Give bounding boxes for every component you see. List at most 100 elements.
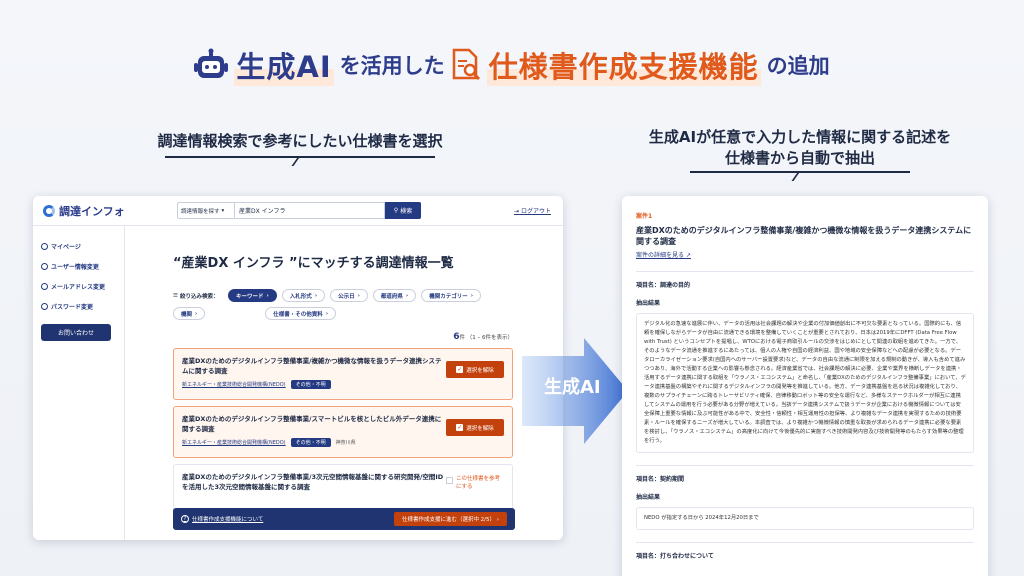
mail-icon: [41, 282, 48, 290]
checkbox-checked-icon: ✓: [456, 366, 464, 373]
proceed-button[interactable]: 仕様書作成支援に進む（選択中 2/5） ›: [393, 512, 507, 526]
chip-label: 公示日: [338, 293, 355, 300]
result-title[interactable]: 産業DXのためのデジタルインフラ整備事業/スマートビルを核としたビル外データ連携…: [182, 414, 447, 434]
logout-link[interactable]: ⇥ ログアウト: [514, 206, 551, 215]
document-search-icon: [452, 48, 480, 81]
chevron-right-icon: ›: [325, 310, 329, 317]
chevron-right-icon: ›: [470, 292, 473, 299]
search-icon: ⚲: [393, 207, 399, 214]
caption-left-text: 調達情報検索で参考にしたい仕様書を選択: [157, 132, 443, 150]
sidebar-item-label: メールアドレス変更: [51, 283, 106, 291]
search-button[interactable]: ⚲ 検索: [385, 202, 421, 219]
case-label: 案件1: [636, 213, 653, 220]
result-tag: その他・不明: [290, 438, 331, 447]
result-count-unit: 件: [459, 335, 465, 341]
use-as-reference-checkbox[interactable]: この仕様書を参考にする: [446, 475, 504, 491]
lock-icon: [41, 302, 48, 310]
result-meta: 新エネルギー・産業技術総合開発機構(NEDO) その他・不明 神奈川県: [182, 438, 504, 447]
deselect-label: 選択を解除: [466, 367, 494, 374]
chip-label: 都道府県: [380, 293, 403, 300]
main-content: “産業DX インフラ ”にマッチする調達情報一覧 ☰ 絞り込み検索： キーワード…: [125, 226, 563, 540]
filter-chip-date[interactable]: 公示日 ›: [330, 289, 368, 302]
sidebar-item-password[interactable]: パスワード変更: [41, 296, 116, 316]
filter-chip-prefecture[interactable]: 都道府県 ›: [372, 289, 417, 302]
hero-part-feature: 仕様書作成支援機能: [486, 44, 761, 86]
result-org-link[interactable]: 新エネルギー・産業技術総合開発機構(NEDO): [182, 381, 286, 388]
result-title[interactable]: 産業DXのためのデジタルインフラ整備事業/複雑かつ機微な情報を扱うデータ連携シス…: [182, 356, 447, 376]
chip-label: 入札形式: [289, 293, 312, 300]
divider: [636, 271, 974, 272]
use-as-reference-label: この仕様書を参考にする: [456, 476, 501, 490]
chevron-right-icon: ›: [357, 292, 360, 299]
hero-part-genai: 生成AI: [234, 44, 334, 86]
filter-chip-agency[interactable]: 機関 ›: [173, 307, 206, 320]
chevron-right-icon: ›: [266, 292, 269, 299]
filter-chip-agency-category[interactable]: 機関カテゴリー ›: [421, 289, 481, 302]
section-result-label: 抽出結果: [636, 494, 661, 501]
user-icon: [41, 262, 48, 270]
case-detail-label: 案件の詳細を見る: [636, 252, 685, 259]
contact-button[interactable]: お問い合わせ: [41, 324, 111, 341]
filter-icon: ☰: [173, 292, 178, 299]
result-count-range: （1 – 6件を表示）: [466, 335, 513, 341]
caption-left: 調達情報検索で参考にしたい仕様書を選択: [145, 130, 455, 166]
hero-part-katsuyou: を活用した: [339, 54, 445, 78]
result-org-link[interactable]: 新エネルギー・産業技術総合開発機構(NEDO): [182, 439, 286, 446]
filter-chip-bid-type[interactable]: 入札形式 ›: [281, 289, 326, 302]
procurement-app-window: 調達インフォ 調達情報を探す ▾ 産業DX インフラ ⚲ 検索 ⇥ ログアウト …: [33, 196, 563, 540]
result-card[interactable]: 産業DXのためのデジタルインフラ整備事業/スマートビルを核としたビル外データ連携…: [173, 406, 513, 458]
case-detail-link[interactable]: 案件の詳細を見る ↗: [636, 250, 974, 259]
section-result-text: NEDO が指定する日から 2024年12月20日まで: [636, 507, 974, 530]
caption-right-line2: 仕様書から自動で抽出: [724, 149, 875, 167]
section-item-name: 項目名：調達の目的: [636, 282, 691, 289]
filter-chip-specification[interactable]: 仕様書・その他資料 ›: [265, 307, 337, 320]
sidebar: マイページ ユーザー情報変更 メールアドレス変更 パスワード変更 お問い合わせ: [33, 226, 125, 540]
top-bar: 調達インフォ 調達情報を探す ▾ 産業DX インフラ ⚲ 検索 ⇥ ログアウト: [33, 196, 563, 226]
sidebar-item-label: ユーザー情報変更: [51, 263, 99, 271]
result-location: 神奈川県: [335, 440, 356, 446]
result-card[interactable]: 産業DXのためのデジタルインフラ整備事業/複雑かつ機微な情報を扱うデータ連携シス…: [173, 348, 513, 400]
hero-part-addition: の追加: [766, 54, 830, 78]
help-icon: ?: [181, 515, 189, 523]
divider: [636, 465, 974, 466]
chip-label: 機関: [181, 311, 193, 318]
feature-info-link[interactable]: ? 仕様書作成支援機能について: [181, 515, 263, 523]
arrow-label: 生成AI: [544, 377, 601, 398]
chip-label: キーワード: [236, 293, 264, 300]
search-input[interactable]: 産業DX インフラ: [235, 202, 385, 219]
deselect-button[interactable]: ✓ 選択を解除: [446, 361, 504, 378]
filter-label-text: 絞り込み検索：: [179, 293, 219, 300]
sidebar-item-mypage[interactable]: マイページ: [41, 236, 116, 256]
caption-right: 生成AIが任意で入力した情報に関する記述を 仕様書から自動で抽出: [620, 127, 980, 181]
external-link-icon: ↗: [685, 252, 691, 259]
section-item-name: 項目名：打ち合わせについて: [636, 553, 714, 560]
chevron-right-icon: ›: [195, 310, 198, 317]
search-bar: 調達情報を探す ▾ 産業DX インフラ ⚲ 検索: [177, 202, 421, 219]
chip-label: 仕様書・その他資料: [273, 311, 323, 318]
chevron-down-icon: ▾: [221, 207, 225, 214]
app-logo[interactable]: 調達インフォ: [43, 203, 125, 219]
chevron-right-icon: ›: [314, 292, 318, 299]
page-title: “産業DX インフラ ”にマッチする調達情報一覧: [173, 256, 454, 271]
caption-right-line1: 生成AIが任意で入力した情報に関する記述を: [648, 128, 952, 146]
deselect-button[interactable]: ✓ 選択を解除: [446, 419, 504, 436]
sidebar-item-email[interactable]: メールアドレス変更: [41, 276, 116, 296]
logo-mark-icon: [43, 204, 55, 217]
extraction-result-panel: 案件1 産業DXのためのデジタルインフラ整備事業/複雑かつ機微な情報を扱うデータ…: [622, 196, 988, 576]
result-meta: 新エネルギー・産業技術総合開発機構(NEDO) その他・不明: [182, 380, 504, 389]
section-result-text: デジタル化の急速な進展に伴い、データの活用は社会課題の解決や企業の付加価値創出に…: [636, 313, 974, 453]
sidebar-item-user-info[interactable]: ユーザー情報変更: [41, 256, 116, 276]
sidebar-item-label: パスワード変更: [51, 303, 94, 311]
checkbox-checked-icon: ✓: [456, 424, 464, 431]
chip-label: 機関カテゴリー: [429, 293, 468, 300]
filter-chip-keyword[interactable]: キーワード ›: [228, 289, 277, 302]
robot-icon: [194, 48, 229, 78]
case-title: 産業DXのためのデジタルインフラ整備事業/複雑かつ機微な情報を扱うデータ連携シス…: [636, 226, 972, 246]
divider: [636, 542, 974, 543]
logo-text: 調達インフォ: [59, 204, 125, 218]
search-category-select[interactable]: 調達情報を探す ▾: [177, 202, 235, 219]
search-category-label: 調達情報を探す: [181, 208, 220, 215]
hero-title: 生成AI を活用した 仕様書作成支援機能 の追加: [0, 44, 1024, 86]
logout-label: ログアウト: [520, 208, 551, 215]
result-title[interactable]: 産業DXのためのデジタルインフラ整備事業/3次元空間情報基盤に関する研究開発/空…: [182, 472, 447, 492]
